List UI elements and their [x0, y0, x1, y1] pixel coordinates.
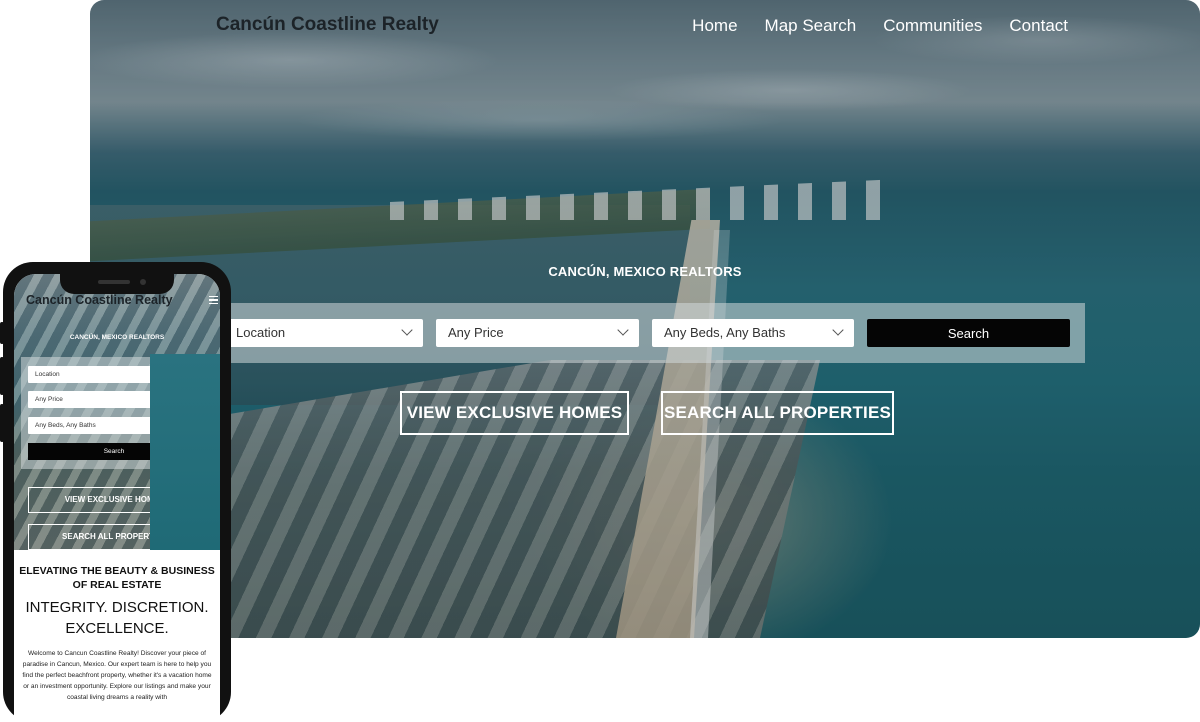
mobile-intro-paragraph: Welcome to Cancun Coastline Realty! Disc… — [22, 650, 212, 701]
phone-notch — [60, 274, 174, 294]
mobile-price-select[interactable]: Any Price — [28, 391, 199, 408]
mobile-location-label: Location — [35, 371, 60, 378]
price-select-label: Any Price — [448, 325, 504, 340]
mobile-intro-section: ELEVATING THE BEAUTY & BUSINESS OF REAL … — [14, 564, 220, 703]
site-logo[interactable]: Cancún Coastline Realty — [216, 14, 439, 36]
mobile-price-label: Any Price — [35, 396, 63, 403]
mobile-search-button[interactable]: Search — [28, 443, 200, 460]
mobile-location-select[interactable]: Location — [28, 366, 199, 383]
mobile-hero: CANCÚN, MEXICO REALTORS Location Any Pri… — [14, 274, 220, 550]
property-search-panel: Location Any Price Any Beds, Any Baths S… — [216, 303, 1085, 363]
mobile-hero-tagline: CANCÚN, MEXICO REALTORS — [69, 334, 165, 341]
phone-side-button — [0, 404, 4, 442]
chevron-down-icon — [188, 421, 194, 427]
chevron-down-icon — [188, 370, 194, 376]
hamburger-menu-icon[interactable] — [209, 296, 218, 304]
nav-map-search[interactable]: Map Search — [765, 16, 857, 36]
phone-side-button — [0, 322, 4, 344]
search-all-properties-button[interactable]: SEARCH ALL PROPERTIES — [661, 391, 894, 435]
phone-side-button — [0, 357, 4, 395]
chevron-down-icon — [188, 395, 194, 401]
mobile-intro-subheading: INTEGRITY. DISCRETION. EXCELLENCE. — [25, 599, 209, 637]
beds-baths-select[interactable]: Any Beds, Any Baths — [652, 319, 854, 347]
location-select-label: Location — [236, 325, 286, 340]
price-select[interactable]: Any Price — [436, 319, 639, 347]
camera-icon — [140, 279, 146, 285]
mobile-beds-baths-select[interactable]: Any Beds, Any Baths — [28, 417, 199, 434]
hero-tagline: CANCÚN, MEXICO REALTORS — [548, 264, 742, 279]
phone-screen: CANCÚN, MEXICO REALTORS Location Any Pri… — [14, 274, 220, 722]
chevron-down-icon — [832, 324, 844, 336]
mobile-intro-heading: ELEVATING THE BEAUTY & BUSINESS OF REAL … — [19, 565, 215, 591]
mobile-search-all-properties-button[interactable]: SEARCH ALL PROPERTIES — [28, 524, 201, 550]
main-nav: Home Map Search Communities Contact — [692, 16, 1068, 36]
mobile-site-logo[interactable]: Cancún Coastline Realty — [26, 293, 173, 307]
mobile-beds-baths-label: Any Beds, Any Baths — [35, 422, 96, 429]
mobile-view-exclusive-homes-button[interactable]: VIEW EXCLUSIVE HOMES — [28, 487, 201, 513]
nav-contact[interactable]: Contact — [1009, 16, 1068, 36]
location-select[interactable]: Location — [224, 319, 423, 347]
nav-communities[interactable]: Communities — [883, 16, 982, 36]
mobile-search-panel: Location Any Price Any Beds, Any Baths S… — [21, 357, 213, 469]
view-exclusive-homes-button[interactable]: VIEW EXCLUSIVE HOMES — [400, 391, 629, 435]
desktop-mockup: Cancún Coastline Realty Home Map Search … — [90, 0, 1200, 638]
nav-home[interactable]: Home — [692, 16, 737, 36]
beds-baths-select-label: Any Beds, Any Baths — [664, 325, 786, 340]
search-button[interactable]: Search — [867, 319, 1070, 347]
chevron-down-icon — [617, 324, 629, 336]
chevron-down-icon — [401, 324, 413, 336]
phone-mockup: CANCÚN, MEXICO REALTORS Location Any Pri… — [0, 262, 231, 722]
speaker-icon — [98, 280, 130, 284]
